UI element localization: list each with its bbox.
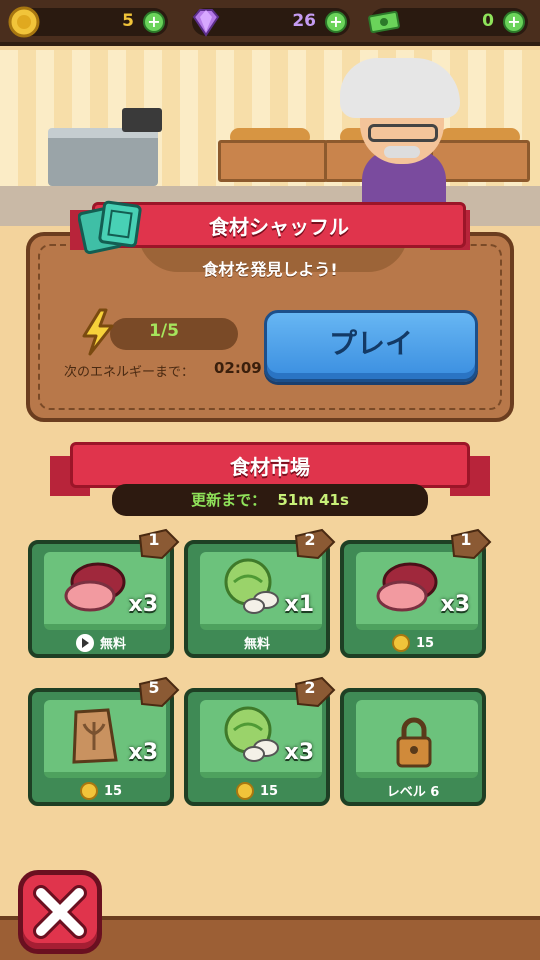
market-title: 食材市場 [70,442,470,488]
chef-glasses [368,124,438,142]
seed-bag-icon [72,708,118,764]
refresh-time: 51m 41s [277,491,349,509]
currency-bar: 5 + 26 + 0 + [0,0,540,46]
item-quantity: x1 [284,592,315,617]
cash-register [122,108,162,132]
market-item[interactable]: レベル 6 [340,688,486,806]
item-tag-number: 2 [304,530,316,549]
next-energy-label: 次のエネルギーまで： [64,365,195,380]
next-energy-time: 02:09 [214,359,262,377]
bread-crate [218,140,328,182]
market-item[interactable]: 5 x3 15 [28,676,180,806]
item-price: レベル 6 [340,781,486,800]
item-price-text: 15 [415,635,435,651]
coin-icon [391,634,410,652]
add-coins-button[interactable]: + [143,11,165,33]
refresh-label: 更新まで： [191,491,267,509]
meat-icon [64,562,126,612]
close-button[interactable] [18,870,102,954]
add-gems-button[interactable]: + [325,11,347,33]
item-quantity: x3 [128,740,159,765]
lightning-icon [82,308,114,356]
gem-counter: 26 + [192,8,350,37]
item-price-text: 15 [259,783,279,799]
add-cash-button[interactable]: + [503,11,525,33]
item-tag-number: 2 [304,678,316,697]
item-price: 15 [28,782,174,800]
cards-icon [78,200,142,254]
item-price: 無料 [184,633,330,652]
shuffle-subtitle: 食材を発見しよう! [202,260,338,279]
cash-icon [368,11,400,33]
item-price-text: 15 [103,783,123,799]
energy-count: 1/5 [149,321,179,341]
item-tag-number: 5 [148,678,160,697]
cabbage-mushroom-icon [224,706,279,762]
shop-counter [48,128,158,186]
coin-icon [8,6,40,38]
item-price-text: レベル 6 [386,785,440,800]
market-item[interactable]: 2 x1 無料 [184,528,336,658]
gem-icon [192,9,220,37]
cash-count: 0 [482,11,494,31]
play-button[interactable]: プレイ [264,310,478,382]
chef-mustache [384,146,420,158]
video-ad-icon [75,633,94,652]
market-item[interactable]: 1 x3 15 [340,528,492,658]
item-price: 15 [184,782,330,800]
coin-counter: 5 + [8,6,168,38]
cash-counter: 0 + [368,8,528,36]
meat-icon [376,562,438,612]
coin-count: 5 [122,11,134,31]
coin-icon [235,782,254,800]
shuffle-title: 食材シャッフル [92,202,466,248]
item-price-text: 無料 [99,637,126,652]
refresh-timer: 更新まで： 51m 41s [112,484,428,516]
item-quantity: x3 [440,592,471,617]
item-price-text: 無料 [243,637,270,652]
market-item[interactable]: 2 x3 15 [184,676,336,806]
cabbage-mushroom-icon [224,558,279,614]
item-price: 15 [340,634,486,652]
chef-hair [340,58,460,118]
item-tag-number: 1 [148,530,160,549]
item-quantity: x3 [284,740,315,765]
lock-icon [396,717,432,768]
close-icon [33,885,87,939]
coin-icon [79,782,98,800]
item-price: 無料 [28,633,174,652]
gem-count: 26 [292,11,316,31]
item-quantity: x3 [128,592,159,617]
market-item[interactable]: 1 x3 無料 [28,528,180,658]
item-tag-number: 1 [460,530,472,549]
